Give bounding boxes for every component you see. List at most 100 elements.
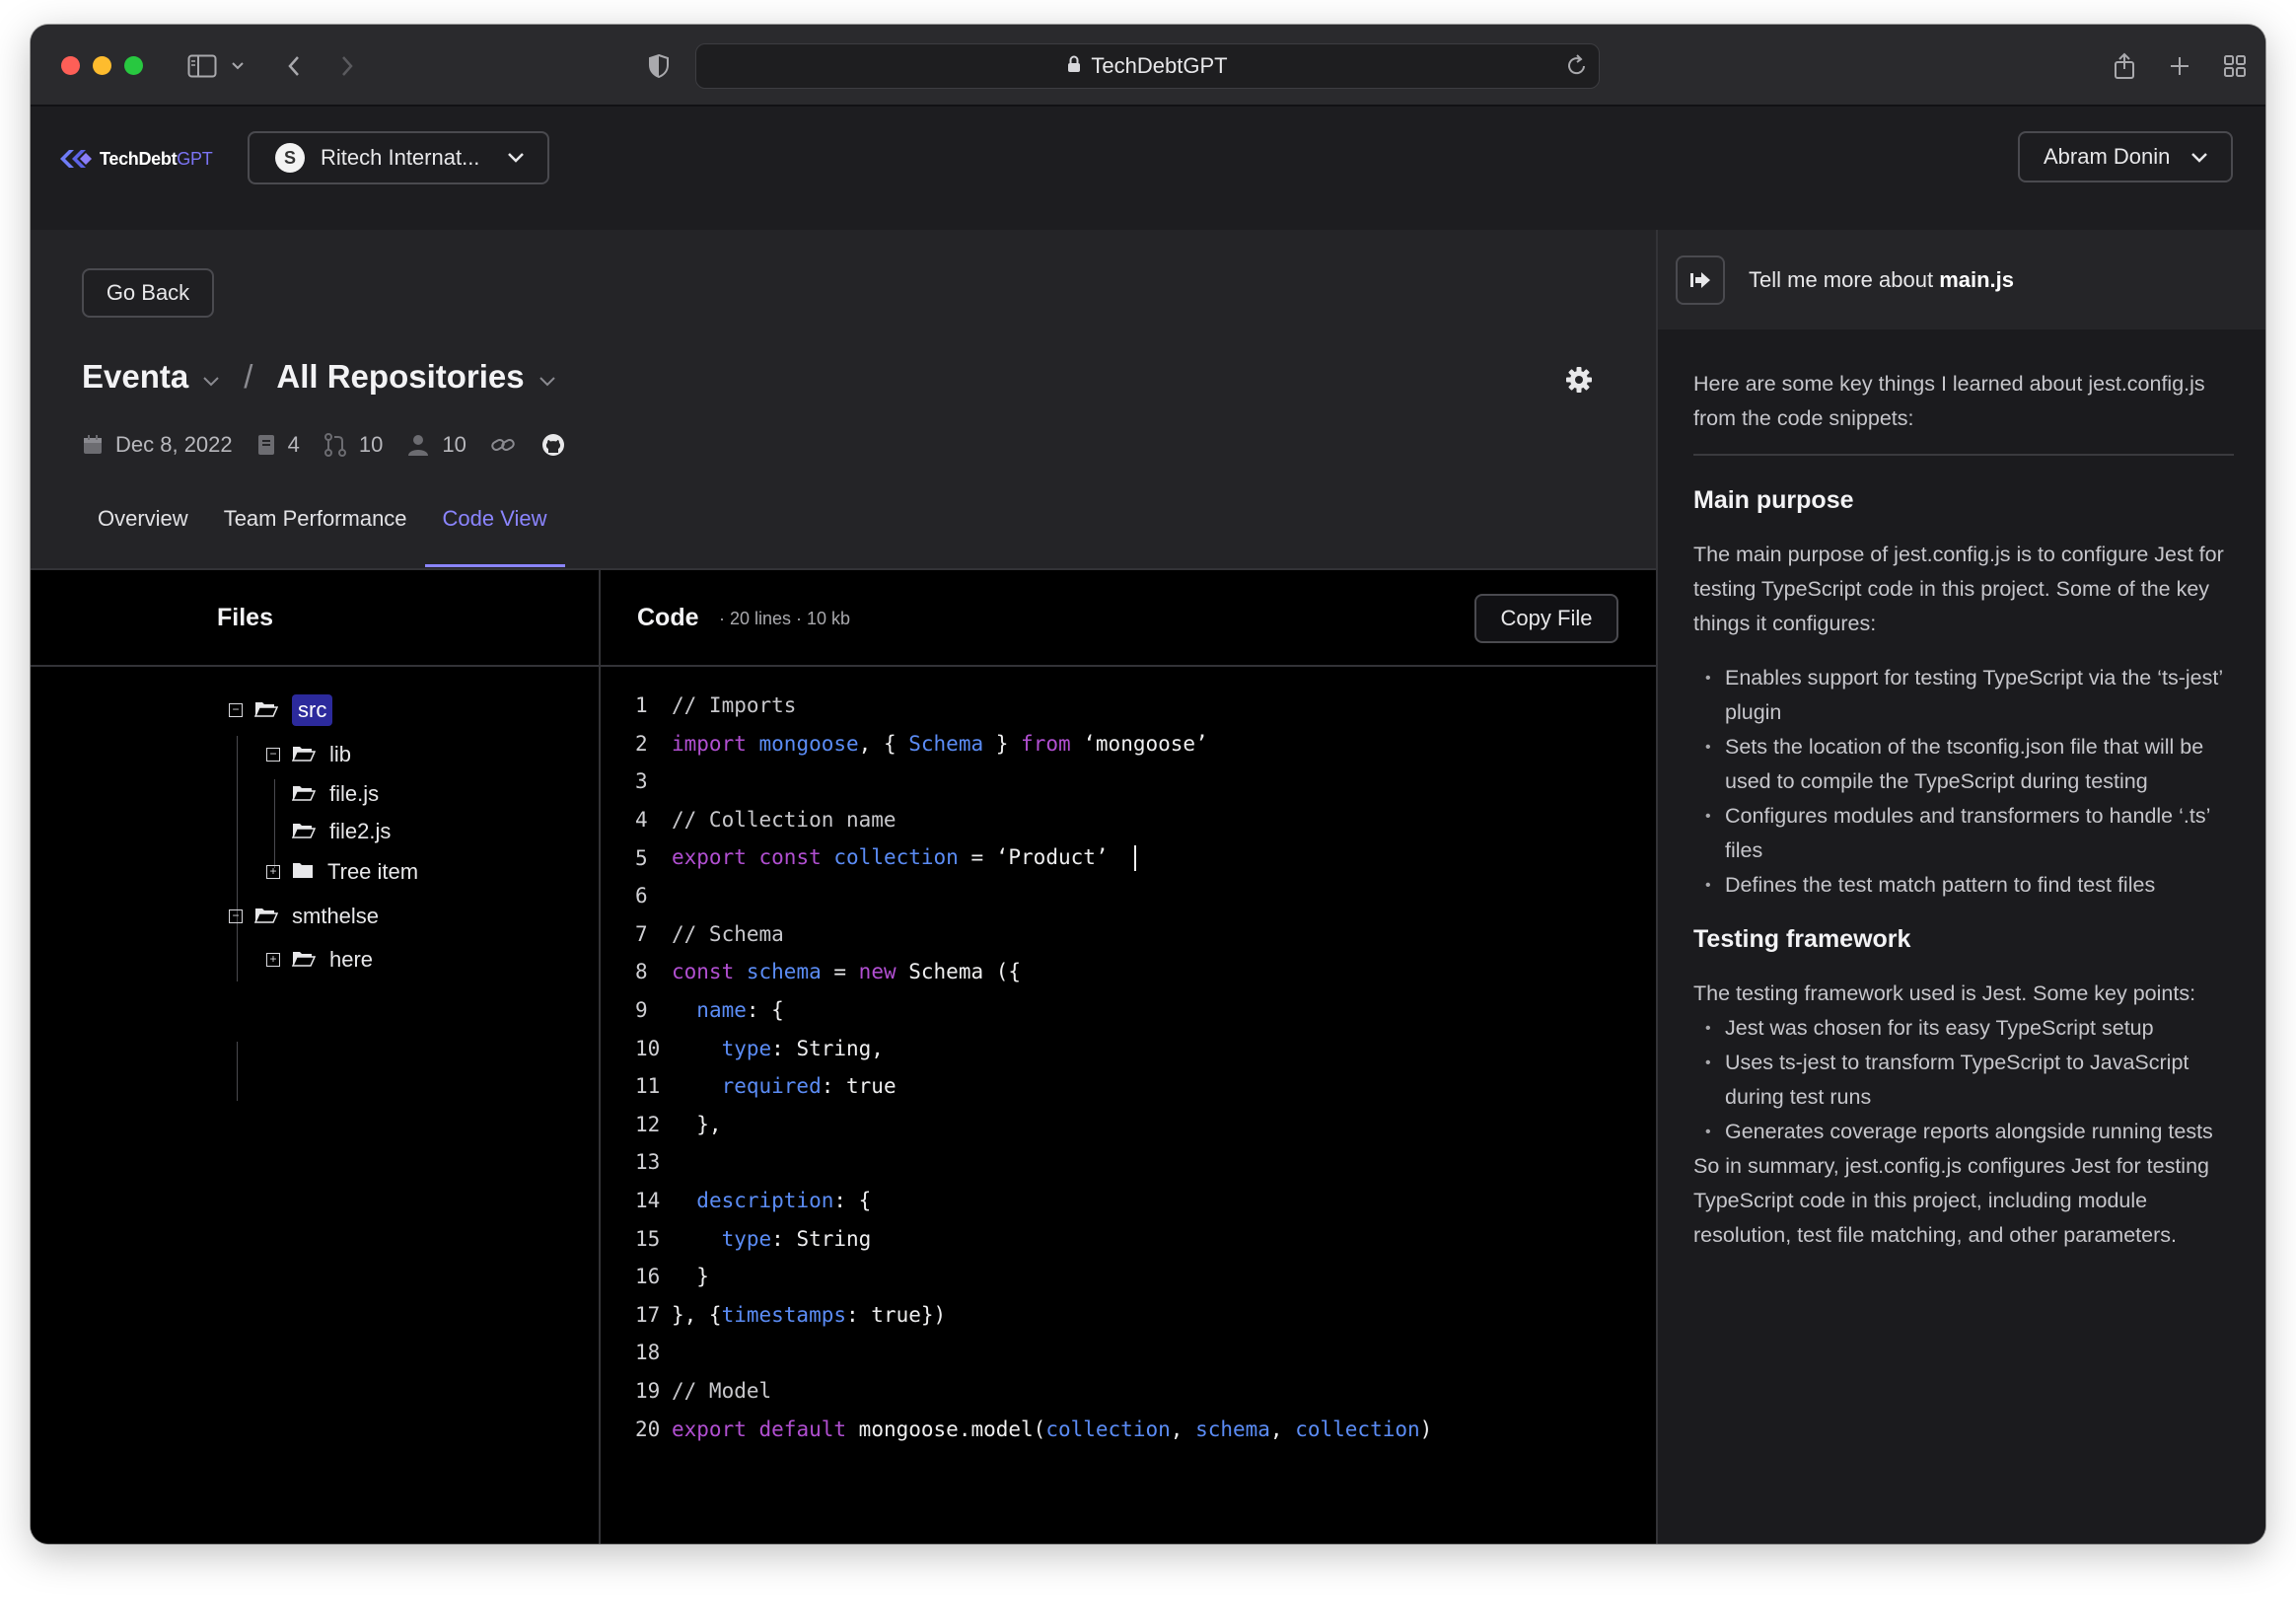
code-line: 5 export const collection = ‘Product’ (601, 838, 1432, 877)
line-number: 10 (635, 1036, 661, 1060)
share-icon[interactable] (2110, 46, 2139, 86)
tree-item-file2-js[interactable]: file2.js (291, 819, 391, 844)
question-text: Tell me more about (1749, 267, 1940, 292)
app-header: TechDebtGPT S Ritech Internat... Abram D… (31, 107, 2265, 230)
line-code: // Model (672, 1378, 772, 1403)
ai-chat-panel: Tell me more about main.js Here are some… (1656, 230, 2265, 1544)
breadcrumb: Eventa / All Repositories (82, 358, 556, 396)
tree-item-label: smthelse (292, 904, 380, 928)
section-heading: Testing framework (1693, 925, 1911, 953)
list-item: Generates coverage reports alongside run… (1705, 1115, 2234, 1149)
section-heading: Main purpose (1693, 486, 1854, 514)
tab-overview[interactable]: Overview (80, 506, 206, 567)
line-number: 8 (635, 960, 648, 984)
code-title: Code (637, 604, 699, 631)
chevron-down-icon[interactable] (228, 46, 248, 86)
tree-guide-line (237, 736, 238, 981)
collapse-icon[interactable]: − (229, 909, 243, 923)
browser-toolbar: TechDebtGPT (31, 25, 2265, 107)
folder-open-icon (291, 947, 317, 973)
line-number: 13 (635, 1150, 661, 1175)
forward-arrow-icon[interactable] (332, 46, 362, 86)
meta-docs: 4 (256, 432, 300, 458)
line-code: required: true (721, 1074, 897, 1099)
line-code: name: { (696, 998, 784, 1023)
repository-selector[interactable]: All Repositories (276, 358, 524, 396)
list-item: Uses ts-jest to transform TypeScript to … (1705, 1046, 2234, 1115)
tree-item-smthelse[interactable]: − smthelse (229, 904, 379, 929)
code-line: 19 // Model (601, 1372, 1432, 1411)
new-tab-icon[interactable] (2165, 46, 2194, 86)
line-number: 7 (635, 921, 648, 946)
tree-item-lib[interactable]: − lib (266, 742, 351, 767)
tab-overview-icon[interactable] (2220, 46, 2250, 86)
shield-icon[interactable] (644, 46, 674, 86)
organization-select[interactable]: S Ritech Internat... (248, 131, 549, 184)
tab-code-view[interactable]: Code View (424, 506, 565, 567)
close-window-button[interactable] (61, 56, 80, 75)
tree-item-tree-item[interactable]: + Tree item (266, 859, 418, 885)
minimize-window-button[interactable] (93, 56, 111, 75)
folder-open-icon (253, 904, 279, 929)
code-line: 12 }, (601, 1106, 1432, 1144)
collapse-icon[interactable]: − (266, 748, 280, 762)
code-editor[interactable]: 1 // Imports 2 import mongoose, { Schema } … (601, 687, 1432, 1448)
line-code: } (672, 1265, 709, 1289)
line-number: 4 (635, 808, 648, 833)
line-code: description: { (696, 1189, 872, 1213)
logo-text: TechDebt (100, 148, 178, 169)
folder-icon (292, 859, 314, 885)
line-number: 15 (635, 1226, 661, 1251)
text-caret (1134, 844, 1137, 871)
folder-open-icon (291, 742, 317, 767)
list-item: Sets the location of the tsconfig.json f… (1705, 730, 2234, 799)
chat-question: Tell me more about main.js (1749, 267, 2014, 293)
users-count: 10 (442, 432, 466, 457)
copy-file-button[interactable]: Copy File (1474, 594, 1618, 643)
section-text: The testing framework used is Jest. Some… (1693, 981, 2196, 1005)
collapse-icon[interactable]: − (229, 703, 243, 717)
tab-team-performance[interactable]: Team Performance (206, 506, 425, 567)
project-selector[interactable]: Eventa (82, 358, 188, 396)
user-menu[interactable]: Abram Donin (2018, 131, 2233, 182)
code-line: 7 // Schema (601, 915, 1432, 954)
address-bar[interactable]: TechDebtGPT (695, 43, 1600, 89)
line-number: 6 (635, 884, 648, 908)
code-line: 18 (601, 1334, 1432, 1372)
chevron-down-icon[interactable] (202, 358, 220, 396)
pr-count: 10 (358, 432, 384, 457)
expand-icon[interactable]: + (266, 953, 280, 967)
sidebar-toggle-icon[interactable] (182, 46, 222, 86)
back-arrow-icon[interactable] (279, 46, 309, 86)
expand-icon[interactable]: + (266, 865, 280, 879)
line-code: export const collection = ‘Product’ (672, 844, 1137, 871)
app-logo[interactable]: TechDebtGPT (60, 148, 213, 170)
zoom-window-button[interactable] (124, 56, 143, 75)
list-item: Jest was chosen for its easy TypeScript … (1705, 1011, 2234, 1046)
gear-icon[interactable] (1565, 366, 1593, 399)
chevron-down-icon[interactable] (538, 358, 556, 396)
link-icon[interactable] (490, 435, 528, 455)
line-code: // Collection name (672, 808, 897, 833)
meta-users: 10 (406, 432, 466, 458)
line-code: // Imports (672, 693, 797, 718)
reload-icon[interactable] (1565, 52, 1589, 84)
bullet-list: Enables support for testing TypeScript v… (1693, 661, 2234, 903)
tree-item-here[interactable]: + here (266, 947, 373, 973)
code-line: 6 (601, 877, 1432, 915)
code-line: 1 // Imports (601, 687, 1432, 725)
tree-item-src[interactable]: − src (229, 694, 333, 726)
github-icon[interactable] (541, 433, 577, 457)
go-back-button[interactable]: Go Back (82, 268, 214, 318)
collapse-panel-button[interactable] (1676, 255, 1725, 305)
section-text: The main purpose of jest.config.js is to… (1693, 543, 2224, 635)
line-code: }, (672, 1112, 722, 1136)
line-number: 3 (635, 769, 648, 794)
list-item: Enables support for testing TypeScript v… (1705, 661, 2234, 730)
line-code: const schema = new Schema ({ (672, 960, 1022, 984)
line-code: type: String, (721, 1036, 884, 1060)
tree-item-label: src (292, 694, 333, 726)
user-icon (408, 435, 429, 456)
tree-item-label: here (329, 947, 374, 972)
tree-item-file-js[interactable]: file.js (291, 781, 379, 807)
